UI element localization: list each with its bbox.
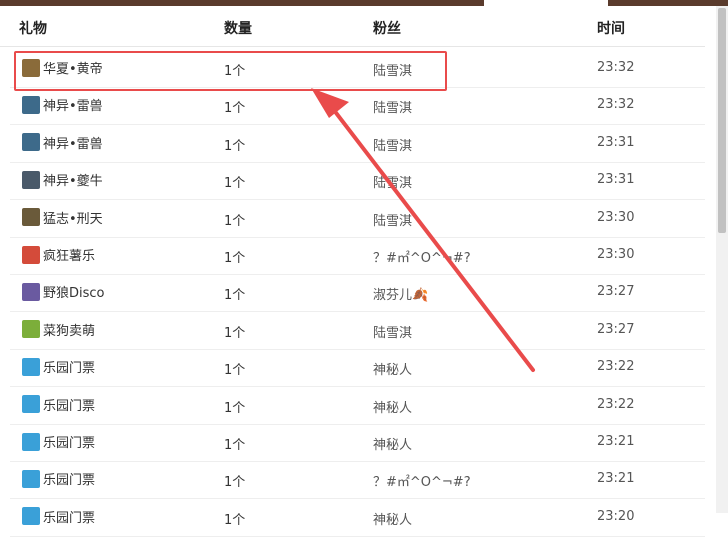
arrow-head bbox=[311, 88, 349, 118]
arrow-shaft bbox=[328, 103, 535, 372]
annotation-arrow bbox=[311, 88, 535, 372]
